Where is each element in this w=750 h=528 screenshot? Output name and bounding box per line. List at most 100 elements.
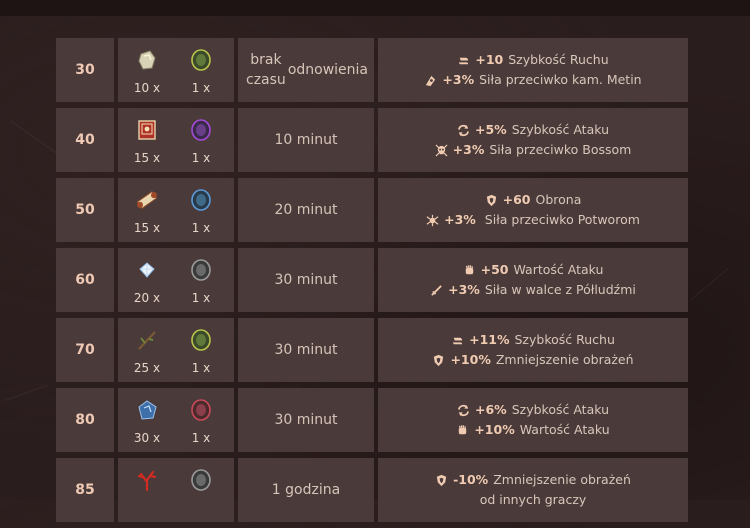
materials-cell: 10 x 1 x [118,38,234,102]
table-row: 40 15 x 1 x 10 minut +5% Szybkość Ataku +3% Sił… [56,108,688,172]
cooldown-text: 20 minut [238,178,374,242]
scroll-icon [135,188,159,212]
cooldown-text: 1 godzina [238,458,374,522]
bonus-value: +60 [502,192,531,207]
material-quantity: 1 x [191,151,211,165]
skull-icon [435,144,448,157]
material-quantity: 1 x [191,221,211,235]
cooldown-cell: 30 minut [238,248,374,312]
blue-crystal-icon [135,398,159,422]
material-item[interactable]: 1 x [172,108,230,172]
bonus-text: Szybkość Ataku [511,122,609,137]
bonus-line: +50 Wartość Ataku [463,260,603,280]
bonus-line: od innych graczy [480,490,587,510]
bonus-cell: +5% Szybkość Ataku +3% Siła przeciwko Bosso… [378,108,688,172]
level-cell: 80 [56,388,114,452]
material-item[interactable]: 15 x [118,108,176,172]
red-book-icon [135,118,159,142]
bonus-line: +10 Szybkość Ruchu [457,50,609,70]
bonus-cell: -10% Zmniejszenie obrażeń od innych graczy [378,458,688,522]
cooldown-line: 30 minut [274,412,338,428]
bonus-text: Obrona [535,192,582,207]
materials-cell: 15 x 1 x [118,108,234,172]
materials-cell [118,458,234,522]
bonus-cell: +6% Szybkość Ataku +10% Wartość Ataku [378,388,688,452]
bonus-line: +11% Szybkość Ruchu [451,330,615,350]
material-item[interactable]: 30 x [118,388,176,452]
bonus-value: -10% [453,472,489,487]
speed-icon [457,54,470,67]
bonus-line: -10% Zmniejszenie obrażeń [435,470,631,490]
bonus-text: Siła przeciwko Bossom [489,142,632,157]
shield-icon [432,354,445,367]
bonus-line: +3% Siła w walce z Półludźmi [430,280,636,300]
monster-icon [426,214,439,227]
bonus-text: Zmniejszenie obrażeń [495,352,634,367]
fist-icon [456,424,469,437]
materials-cell: 25 x 1 x [118,318,234,382]
material-quantity: 1 x [191,291,211,305]
bonus-text: Szybkość Ataku [511,402,609,417]
bonus-text: Siła przeciwko kam. Metin [479,72,642,87]
level-cell: 30 [56,38,114,102]
material-quantity: 1 x [191,431,211,445]
attack-speed-icon [457,124,470,137]
green-soul-stone-icon [189,328,213,352]
diamond-icon [135,258,159,282]
material-item[interactable]: 20 x [118,248,176,312]
shield-icon [435,474,448,487]
bonus-value: +3% [444,212,476,227]
bonus-text: Szybkość Ruchu [514,332,615,347]
top-bar [0,0,750,16]
bonus-cell: +11% Szybkość Ruchu +10% Zmniejszenie obraż… [378,318,688,382]
bonus-line: +10% Wartość Ataku [456,420,610,440]
table-row: 60 20 x 1 x 30 minut +50 Wartość Ataku +3% Siła… [56,248,688,312]
material-item[interactable]: 1 x [172,178,230,242]
level-value: 85 [75,482,95,498]
bonus-text: Szybkość Ruchu [508,52,609,67]
material-item[interactable]: 1 x [172,318,230,382]
material-quantity: 25 x [133,361,161,375]
attack-speed-icon [457,404,470,417]
cooldown-text: 30 minut [238,318,374,382]
cooldown-cell: 20 minut [238,178,374,242]
bonus-text: od innych graczy [479,492,587,507]
blue-soul-stone-icon [189,188,213,212]
bonus-cell: +60 Obrona +3% Siła przeciwko Potworom [378,178,688,242]
bonus-line: +5% Szybkość Ataku [457,120,609,140]
material-item[interactable]: 1 x [172,248,230,312]
red-coral-icon [135,468,159,492]
material-item[interactable] [172,458,230,522]
material-quantity: 30 x [133,431,161,445]
table-row: 70 25 x 1 x 30 minut +11% Szybkość Ruchu +10% Z… [56,318,688,382]
material-item[interactable] [118,458,176,522]
cooldown-cell: brak czasu odnowienia [238,38,374,102]
level-cell: 60 [56,248,114,312]
materials-cell: 15 x 1 x [118,178,234,242]
cooldown-line: 1 godzina [271,482,341,498]
table-row: 30 10 x 1 x brak czasu odnowienia +10 Szybkość… [56,38,688,102]
material-item[interactable]: 1 x [172,388,230,452]
bonus-line: +3% Siła przeciwko Potworom [426,210,640,230]
level-cell: 40 [56,108,114,172]
bonus-value: +10% [450,352,491,367]
fist-icon [463,264,476,277]
material-item[interactable]: 10 x [118,38,176,102]
grey-soul-stone-icon [189,258,213,282]
bonus-value: +10 [475,52,504,67]
level-cell: 85 [56,458,114,522]
material-quantity: 20 x [133,291,161,305]
level-value: 60 [75,272,95,288]
red-soul-stone-icon [189,398,213,422]
materials-cell: 20 x 1 x [118,248,234,312]
material-item[interactable]: 15 x [118,178,176,242]
cooldown-cell: 30 minut [238,388,374,452]
speed-icon [451,334,464,347]
stone-ore-icon [135,48,159,72]
material-item[interactable]: 1 x [172,38,230,102]
cooldown-line: 10 minut [274,132,338,148]
cooldown-line: odnowienia [287,62,368,78]
material-item[interactable]: 25 x [118,318,176,382]
grey-soul-stone-icon [189,468,213,492]
bonus-value: +3% [442,72,475,87]
